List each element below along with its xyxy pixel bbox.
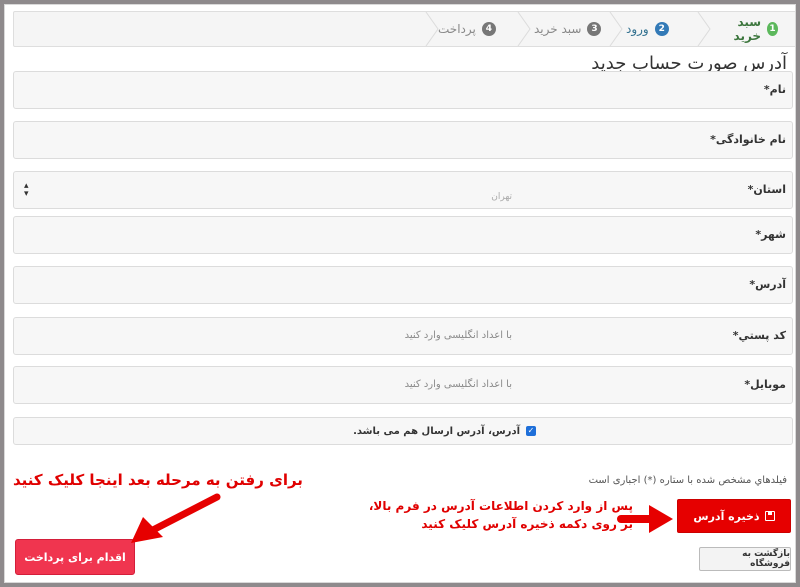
postal-code-field[interactable]: کد پستي* با اعداد انگلیسی وارد کنید [13, 317, 793, 355]
address-field[interactable]: آدرس* [13, 266, 793, 304]
city-field[interactable]: شهر* [13, 216, 793, 254]
field-placeholder: با اعداد انگلیسی وارد کنید [404, 330, 512, 341]
field-label: استان* [747, 183, 786, 196]
province-value: تهران [491, 192, 512, 202]
checkout-page: 1 سبد خرید 2 ورود 3 سبد خرید 4 پرداخت آد… [4, 4, 796, 583]
step-label: سبد خرید [534, 22, 582, 36]
first-name-field[interactable]: نام* [13, 71, 793, 109]
required-fields-note: فیلدهاي مشخص شده با ستاره (*) اجباری است [588, 475, 787, 486]
step-label: ورود [626, 22, 649, 36]
same-shipping-label: آدرس، آدرس ارسال هم می باشد. [353, 426, 520, 437]
select-arrows-icon: ▴ ▾ [24, 181, 29, 199]
field-label: موبایل* [744, 378, 786, 391]
step-number: 3 [587, 22, 602, 36]
field-label: شهر* [755, 228, 786, 241]
back-button-label: بازگشت به فروشگاه [742, 549, 790, 569]
last-name-field[interactable]: نام خانوادگی* [13, 121, 793, 159]
proceed-payment-button[interactable]: اقدام برای پرداخت [15, 539, 135, 575]
floppy-disk-icon [764, 511, 775, 521]
save-hint-annotation: پس از وارد کردن اطلاعات آدرس در فرم بالا… [368, 499, 633, 531]
field-label: کد پستي* [732, 329, 786, 342]
same-shipping-row: ✓ آدرس، آدرس ارسال هم می باشد. [13, 417, 793, 445]
step-payment[interactable]: 4 پرداخت [428, 12, 520, 46]
step-number: 4 [481, 22, 496, 36]
checkout-steps: 1 سبد خرید 2 ورود 3 سبد خرید 4 پرداخت [13, 11, 795, 47]
field-label: نام* [763, 83, 786, 96]
save-button-label: ذخیره آدرس [693, 509, 760, 523]
field-label: آدرس* [749, 278, 786, 291]
save-address-button[interactable]: ذخیره آدرس [677, 499, 791, 533]
arrow-right-icon [617, 505, 673, 533]
step-label: پرداخت [438, 22, 476, 36]
step-cart[interactable]: 1 سبد خرید [708, 12, 788, 46]
field-placeholder: با اعداد انگلیسی وارد کنید [404, 379, 512, 390]
step-number: 1 [767, 22, 778, 36]
province-select[interactable]: استان* تهران ▴ ▾ [13, 171, 793, 209]
same-shipping-checkbox[interactable]: ✓ [526, 426, 536, 436]
next-step-annotation: برای رفتن به مرحله بعد اینجا کلیک کنید [13, 471, 303, 489]
step-number: 2 [654, 22, 669, 36]
step-cart-review[interactable]: 3 سبد خرید [524, 12, 612, 46]
step-label: سبد خرید [733, 15, 762, 43]
step-chevron-icon [424, 12, 440, 46]
mobile-field[interactable]: موبایل* با اعداد انگلیسی وارد کنید [13, 366, 793, 404]
step-login[interactable]: 2 ورود [616, 12, 704, 46]
pay-button-label: اقدام برای پرداخت [24, 550, 126, 564]
arrow-down-left-icon [131, 493, 221, 543]
field-label: نام خانوادگی* [710, 133, 786, 146]
back-to-shop-button[interactable]: بازگشت به فروشگاه [699, 547, 791, 571]
